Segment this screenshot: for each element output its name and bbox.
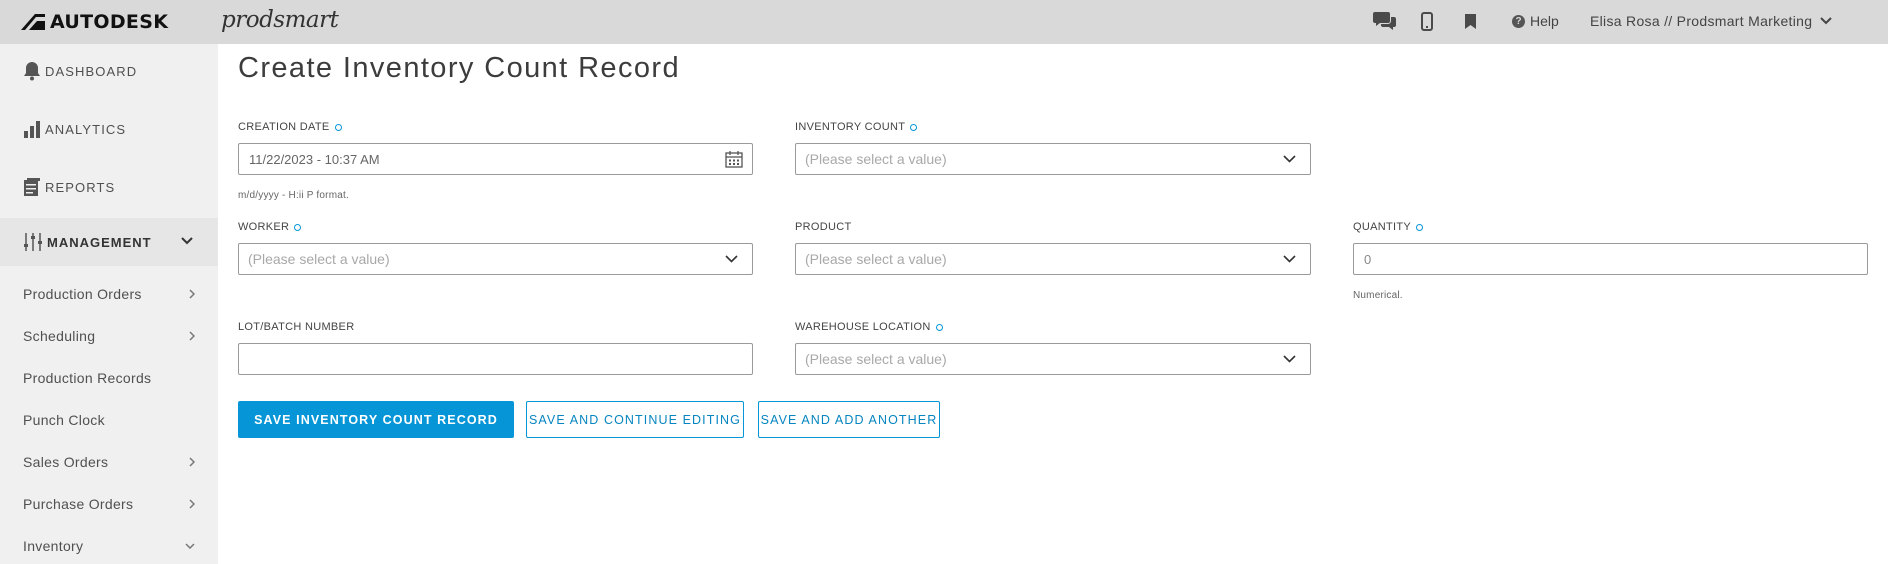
bell-icon — [24, 62, 40, 81]
nav-management[interactable]: MANAGEMENT — [0, 218, 218, 266]
lot-batch-input[interactable] — [239, 344, 752, 374]
sidebar-item-label: Sales Orders — [23, 454, 109, 470]
user-label: Elisa Rosa // Prodsmart Marketing — [1590, 13, 1813, 29]
help-icon: ? — [1512, 14, 1525, 28]
quantity-label: QUANTITY — [1353, 221, 1424, 233]
chevron-down-icon — [1283, 155, 1296, 163]
nav-reports[interactable]: REPORTS — [23, 177, 115, 197]
quantity-field[interactable] — [1353, 243, 1868, 275]
product-logo[interactable]: prodsmart — [221, 7, 339, 33]
sidebar-item-punch-clock[interactable]: Punch Clock — [23, 412, 195, 428]
autodesk-logo[interactable]: AUTODESK — [21, 10, 168, 34]
creation-date-help: m/d/yyyy - H:ii P format. — [238, 190, 349, 201]
sidebar-item-purchase-orders[interactable]: Purchase Orders — [23, 496, 195, 512]
chevron-right-icon — [189, 499, 195, 509]
warehouse-location-label-text: WAREHOUSE LOCATION — [795, 321, 931, 333]
chat-icon[interactable] — [1373, 11, 1396, 31]
chevron-right-icon — [189, 331, 195, 341]
product-label-text: PRODUCT — [795, 221, 852, 233]
required-indicator-icon — [1416, 223, 1424, 231]
user-menu[interactable]: Elisa Rosa // Prodsmart Marketing — [1590, 13, 1833, 29]
product-label: PRODUCT — [795, 221, 852, 233]
chevron-down-icon — [725, 255, 738, 263]
worker-label-text: WORKER — [238, 221, 290, 233]
creation-date-field[interactable] — [238, 143, 753, 175]
top-bar: AUTODESK prodsmart ? Help Elisa Rosa // … — [0, 0, 1888, 44]
chevron-down-icon — [181, 237, 193, 245]
worker-label: WORKER — [238, 221, 302, 233]
sidebar-item-sales-orders[interactable]: Sales Orders — [23, 454, 195, 470]
inventory-count-label-text: INVENTORY COUNT — [795, 121, 906, 133]
creation-date-label: CREATION DATE — [238, 121, 342, 133]
required-indicator-icon — [910, 123, 918, 131]
inventory-count-select[interactable]: (Please select a value) — [795, 143, 1311, 175]
lot-batch-field[interactable] — [238, 343, 753, 375]
brand-name: AUTODESK — [50, 11, 169, 33]
sidebar-item-label: Scheduling — [23, 328, 96, 344]
creation-date-input[interactable] — [239, 144, 752, 174]
product-placeholder: (Please select a value) — [805, 251, 947, 267]
required-indicator-icon — [935, 323, 943, 331]
sidebar: DASHBOARD ANALYTICS REPORTS MANAGEMENT P… — [0, 44, 218, 564]
chevron-down-icon — [1283, 355, 1296, 363]
nav-reports-label: REPORTS — [45, 179, 116, 195]
required-indicator-icon — [334, 123, 342, 131]
quantity-label-text: QUANTITY — [1353, 221, 1412, 233]
worker-placeholder: (Please select a value) — [248, 251, 390, 267]
chevron-down-icon — [1283, 255, 1296, 263]
inventory-count-placeholder: (Please select a value) — [805, 151, 947, 167]
sidebar-item-label: Production Records — [23, 370, 152, 386]
save-and-continue-button[interactable]: SAVE AND CONTINUE EDITING — [526, 401, 744, 438]
sidebar-item-label: Punch Clock — [23, 412, 105, 428]
chevron-down-icon — [185, 543, 195, 549]
required-indicator-icon — [294, 223, 302, 231]
lot-batch-label-text: LOT/BATCH NUMBER — [238, 321, 355, 333]
warehouse-location-select[interactable]: (Please select a value) — [795, 343, 1311, 375]
chevron-down-icon — [1820, 17, 1833, 25]
nav-dashboard-label: DASHBOARD — [45, 63, 138, 79]
lot-batch-label: LOT/BATCH NUMBER — [238, 321, 354, 333]
nav-management-label: MANAGEMENT — [47, 234, 152, 250]
bar-chart-icon — [24, 121, 40, 138]
inventory-count-label: INVENTORY COUNT — [795, 121, 918, 133]
sidebar-item-inventory[interactable]: Inventory — [23, 538, 195, 554]
chevron-right-icon — [189, 457, 195, 467]
mobile-icon[interactable] — [1421, 12, 1433, 31]
sidebar-item-production-records[interactable]: Production Records — [23, 370, 195, 386]
sidebar-item-production-orders[interactable]: Production Orders — [23, 286, 195, 302]
autodesk-mark-icon — [21, 14, 45, 30]
warehouse-location-label: WAREHOUSE LOCATION — [795, 321, 943, 333]
sidebar-item-scheduling[interactable]: Scheduling — [23, 328, 195, 344]
calendar-icon[interactable] — [725, 151, 743, 168]
product-select[interactable]: (Please select a value) — [795, 243, 1311, 275]
sidebar-item-label: Production Orders — [23, 286, 142, 302]
sliders-icon — [24, 233, 42, 251]
creation-date-label-text: CREATION DATE — [238, 121, 330, 133]
page-title: Create Inventory Count Record — [238, 52, 680, 84]
bookmark-icon[interactable] — [1465, 14, 1476, 29]
save-and-add-another-button[interactable]: SAVE AND ADD ANOTHER — [758, 401, 940, 438]
quantity-input[interactable] — [1354, 244, 1867, 274]
nav-analytics-label: ANALYTICS — [45, 121, 127, 137]
chevron-right-icon — [189, 289, 195, 299]
warehouse-location-placeholder: (Please select a value) — [805, 351, 947, 367]
sidebar-item-label: Inventory — [23, 538, 84, 554]
reports-icon — [24, 178, 40, 196]
help-label: Help — [1530, 13, 1559, 29]
save-button[interactable]: SAVE INVENTORY COUNT RECORD — [238, 401, 514, 438]
quantity-help: Numerical. — [1353, 290, 1403, 301]
worker-select[interactable]: (Please select a value) — [238, 243, 753, 275]
help-link[interactable]: ? Help — [1512, 13, 1559, 29]
sidebar-item-label: Purchase Orders — [23, 496, 134, 512]
nav-analytics[interactable]: ANALYTICS — [23, 119, 126, 139]
nav-dashboard[interactable]: DASHBOARD — [23, 61, 137, 81]
